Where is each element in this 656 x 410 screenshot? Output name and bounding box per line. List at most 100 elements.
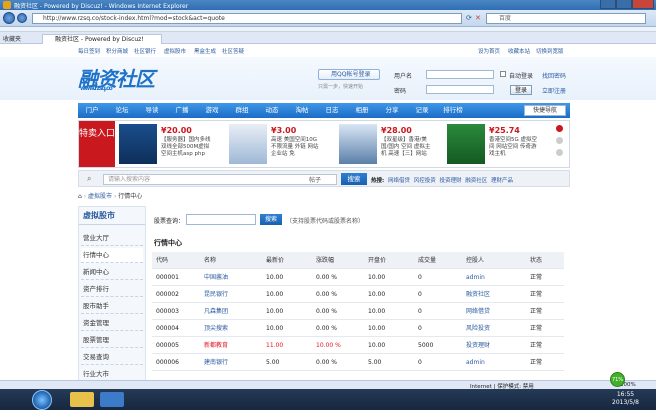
cell-volume: 0 — [418, 325, 422, 332]
table-row[interactable]: 000004 顶尖搜索 10.00 0.00 % 10.00 0 风险投资 正常 — [152, 320, 564, 337]
clock-date: 2013/5/8 — [612, 399, 639, 406]
back-button[interactable] — [3, 12, 15, 24]
nav-item[interactable]: 分享 — [378, 103, 406, 118]
toplink-item[interactable]: 积分商城 — [106, 47, 128, 55]
start-button[interactable] — [32, 390, 52, 410]
toplink-item[interactable]: 社区银行 — [134, 47, 156, 55]
sidebar-item[interactable]: 股市助手 — [81, 299, 143, 314]
url-input[interactable]: http://www.rzsq.co/stock-index.html?mod=… — [32, 13, 462, 24]
speed-badge[interactable]: 71% — [610, 372, 625, 387]
site-search-button[interactable]: 搜索 — [341, 173, 367, 185]
login-button[interactable]: 登录 — [510, 85, 532, 95]
register-link[interactable]: 立即注册 — [542, 86, 566, 95]
sidebar-item[interactable]: 股票管理 — [81, 333, 143, 348]
table-row[interactable]: 000001 中国酱油 10.00 0.00 % 10.00 0 admin 正常 — [152, 269, 564, 286]
toplink-item[interactable]: 每日签到 — [78, 47, 100, 55]
cell-name[interactable]: 新都教育 — [204, 337, 228, 354]
nav-item[interactable]: 日志 — [318, 103, 346, 118]
nav-item[interactable]: 导读 — [138, 103, 166, 118]
toplink-item[interactable]: 社区答疑 — [222, 47, 244, 55]
hot-word-link[interactable]: 风控投资 — [414, 178, 436, 184]
nav-item[interactable]: 排行榜 — [438, 103, 468, 118]
toplink-item[interactable]: 收藏本站 — [508, 47, 530, 55]
breadcrumb-item[interactable]: 虚拟股市 — [88, 193, 112, 200]
cell-price: 10.00 — [266, 291, 284, 298]
cell-name[interactable]: 昆民银行 — [204, 286, 228, 303]
autologin-checkbox[interactable] — [500, 71, 506, 77]
forgot-password-link[interactable]: 找回密码 — [542, 71, 566, 80]
toplink-item[interactable]: 设为首页 — [478, 47, 500, 55]
hot-sale-entry[interactable]: 特卖入口 — [79, 121, 115, 167]
home-icon[interactable]: ⌂ — [78, 193, 82, 200]
site-search-input[interactable]: 请输入搜索内容 — [103, 174, 337, 185]
forward-button[interactable] — [17, 13, 27, 23]
qq-login-button[interactable]: 用QQ帐号登录 — [318, 69, 380, 80]
site-logo[interactable]: 融资社区 www.rzsq.co — [78, 63, 155, 92]
ie-taskbar-icon[interactable] — [100, 392, 124, 407]
sidebar-item[interactable]: 交易查询 — [81, 350, 143, 365]
close-button[interactable] — [632, 0, 654, 9]
cell-holder[interactable]: 投资理财 — [466, 337, 490, 354]
cell-holder[interactable]: 融资社区 — [466, 286, 490, 303]
banner-dot[interactable] — [556, 137, 563, 144]
nav-item[interactable]: 论坛 — [108, 103, 136, 118]
minimize-button[interactable] — [600, 0, 616, 9]
cell-name[interactable]: 建南银行 — [204, 354, 228, 371]
nav-item[interactable]: 门户 — [78, 103, 106, 118]
table-row[interactable]: 000005 新都教育 11.00 10.00 % 10.00 5000 投资理财 正常 — [152, 337, 564, 354]
hot-word-link[interactable]: 理财产品 — [491, 178, 513, 184]
cell-holder[interactable]: admin — [466, 269, 485, 286]
sidebar-item[interactable]: 营业大厅 — [81, 231, 143, 246]
ad-price: ¥25.74 — [489, 126, 520, 135]
username-input[interactable] — [426, 70, 494, 79]
cell-name[interactable]: 中国酱油 — [204, 269, 228, 286]
ad-image — [229, 124, 267, 164]
nav-item[interactable]: 动态 — [258, 103, 286, 118]
favorites-label[interactable]: 收藏夹 — [3, 34, 21, 43]
ad-item[interactable]: ¥25.74 香港空间5G 虚拟空间 网站空间 传奇游戏主机 — [447, 124, 551, 164]
cell-holder[interactable]: 网络借贷 — [466, 303, 490, 320]
explorer-icon[interactable] — [70, 392, 94, 407]
cell-holder[interactable]: 风险投资 — [466, 320, 490, 337]
table-row[interactable]: 000002 昆民银行 10.00 0.00 % 10.00 0 融资社区 正常 — [152, 286, 564, 303]
quick-nav-button[interactable]: 快捷导航 — [524, 105, 566, 116]
ad-item[interactable]: ¥28.00 【双星级】香港/美国/国内 空间 虚拟主机 高速【三】网站 — [339, 124, 443, 164]
sidebar-item[interactable]: 资金管理 — [81, 316, 143, 331]
search-input[interactable]: 百度 — [486, 13, 646, 24]
nav-item[interactable]: 游戏 — [198, 103, 226, 118]
table-row[interactable]: 000003 凡森集团 10.00 0.00 % 10.00 0 网络借贷 正常 — [152, 303, 564, 320]
toplink-item[interactable]: 切换到宽版 — [536, 47, 564, 55]
cell-volume: 0 — [418, 308, 422, 315]
tab-current[interactable]: 融资社区 - Powered by Discuz! — [42, 34, 162, 44]
cell-holder[interactable]: admin — [466, 354, 485, 371]
hot-word-link[interactable]: 融资社区 — [465, 178, 487, 184]
banner-dot[interactable] — [556, 149, 563, 156]
sidebar-item[interactable]: 新闻中心 — [81, 265, 143, 280]
ad-item[interactable]: ¥20.00 【服务器】国内多线双线全部500M虚拟空间主机asp php — [119, 124, 223, 164]
hot-word-link[interactable]: 网络借贷 — [388, 178, 410, 184]
cell-name[interactable]: 顶尖搜索 — [204, 320, 228, 337]
stock-query-button[interactable]: 搜索 — [260, 214, 282, 225]
hot-word-link[interactable]: 投资理财 — [439, 178, 461, 184]
stock-query-input[interactable] — [186, 214, 256, 225]
cell-name[interactable]: 凡森集团 — [204, 303, 228, 320]
sidebar-item[interactable]: 资产排行 — [81, 282, 143, 297]
search-type-select[interactable]: 帖子 — [309, 175, 321, 184]
column-header: 名称 — [204, 257, 217, 264]
stop-icon[interactable]: ✕ — [475, 14, 481, 22]
clock[interactable]: 16:55 2013/5/8 — [612, 391, 639, 407]
nav-item[interactable]: 群组 — [228, 103, 256, 118]
nav-item[interactable]: 广播 — [168, 103, 196, 118]
nav-item[interactable]: 记录 — [408, 103, 436, 118]
toplink-item[interactable]: 虚拟股市 — [164, 47, 186, 55]
banner-dot[interactable] — [556, 125, 563, 132]
table-row[interactable]: 000006 建南银行 5.00 0.00 % 5.00 0 admin 正常 — [152, 354, 564, 371]
toplink-item[interactable]: 黑盒生成 — [194, 47, 216, 55]
ad-item[interactable]: ¥3.00 高速 美国空间10G 不限流量 外链 网站 企业站 免 — [229, 124, 333, 164]
nav-item[interactable]: 相册 — [348, 103, 376, 118]
sidebar-item-active[interactable]: 行情中心 — [81, 248, 143, 263]
password-input[interactable] — [426, 85, 494, 94]
nav-item[interactable]: 淘帖 — [288, 103, 316, 118]
maximize-button[interactable] — [616, 0, 632, 9]
refresh-icon[interactable]: ⟳ — [466, 14, 472, 22]
